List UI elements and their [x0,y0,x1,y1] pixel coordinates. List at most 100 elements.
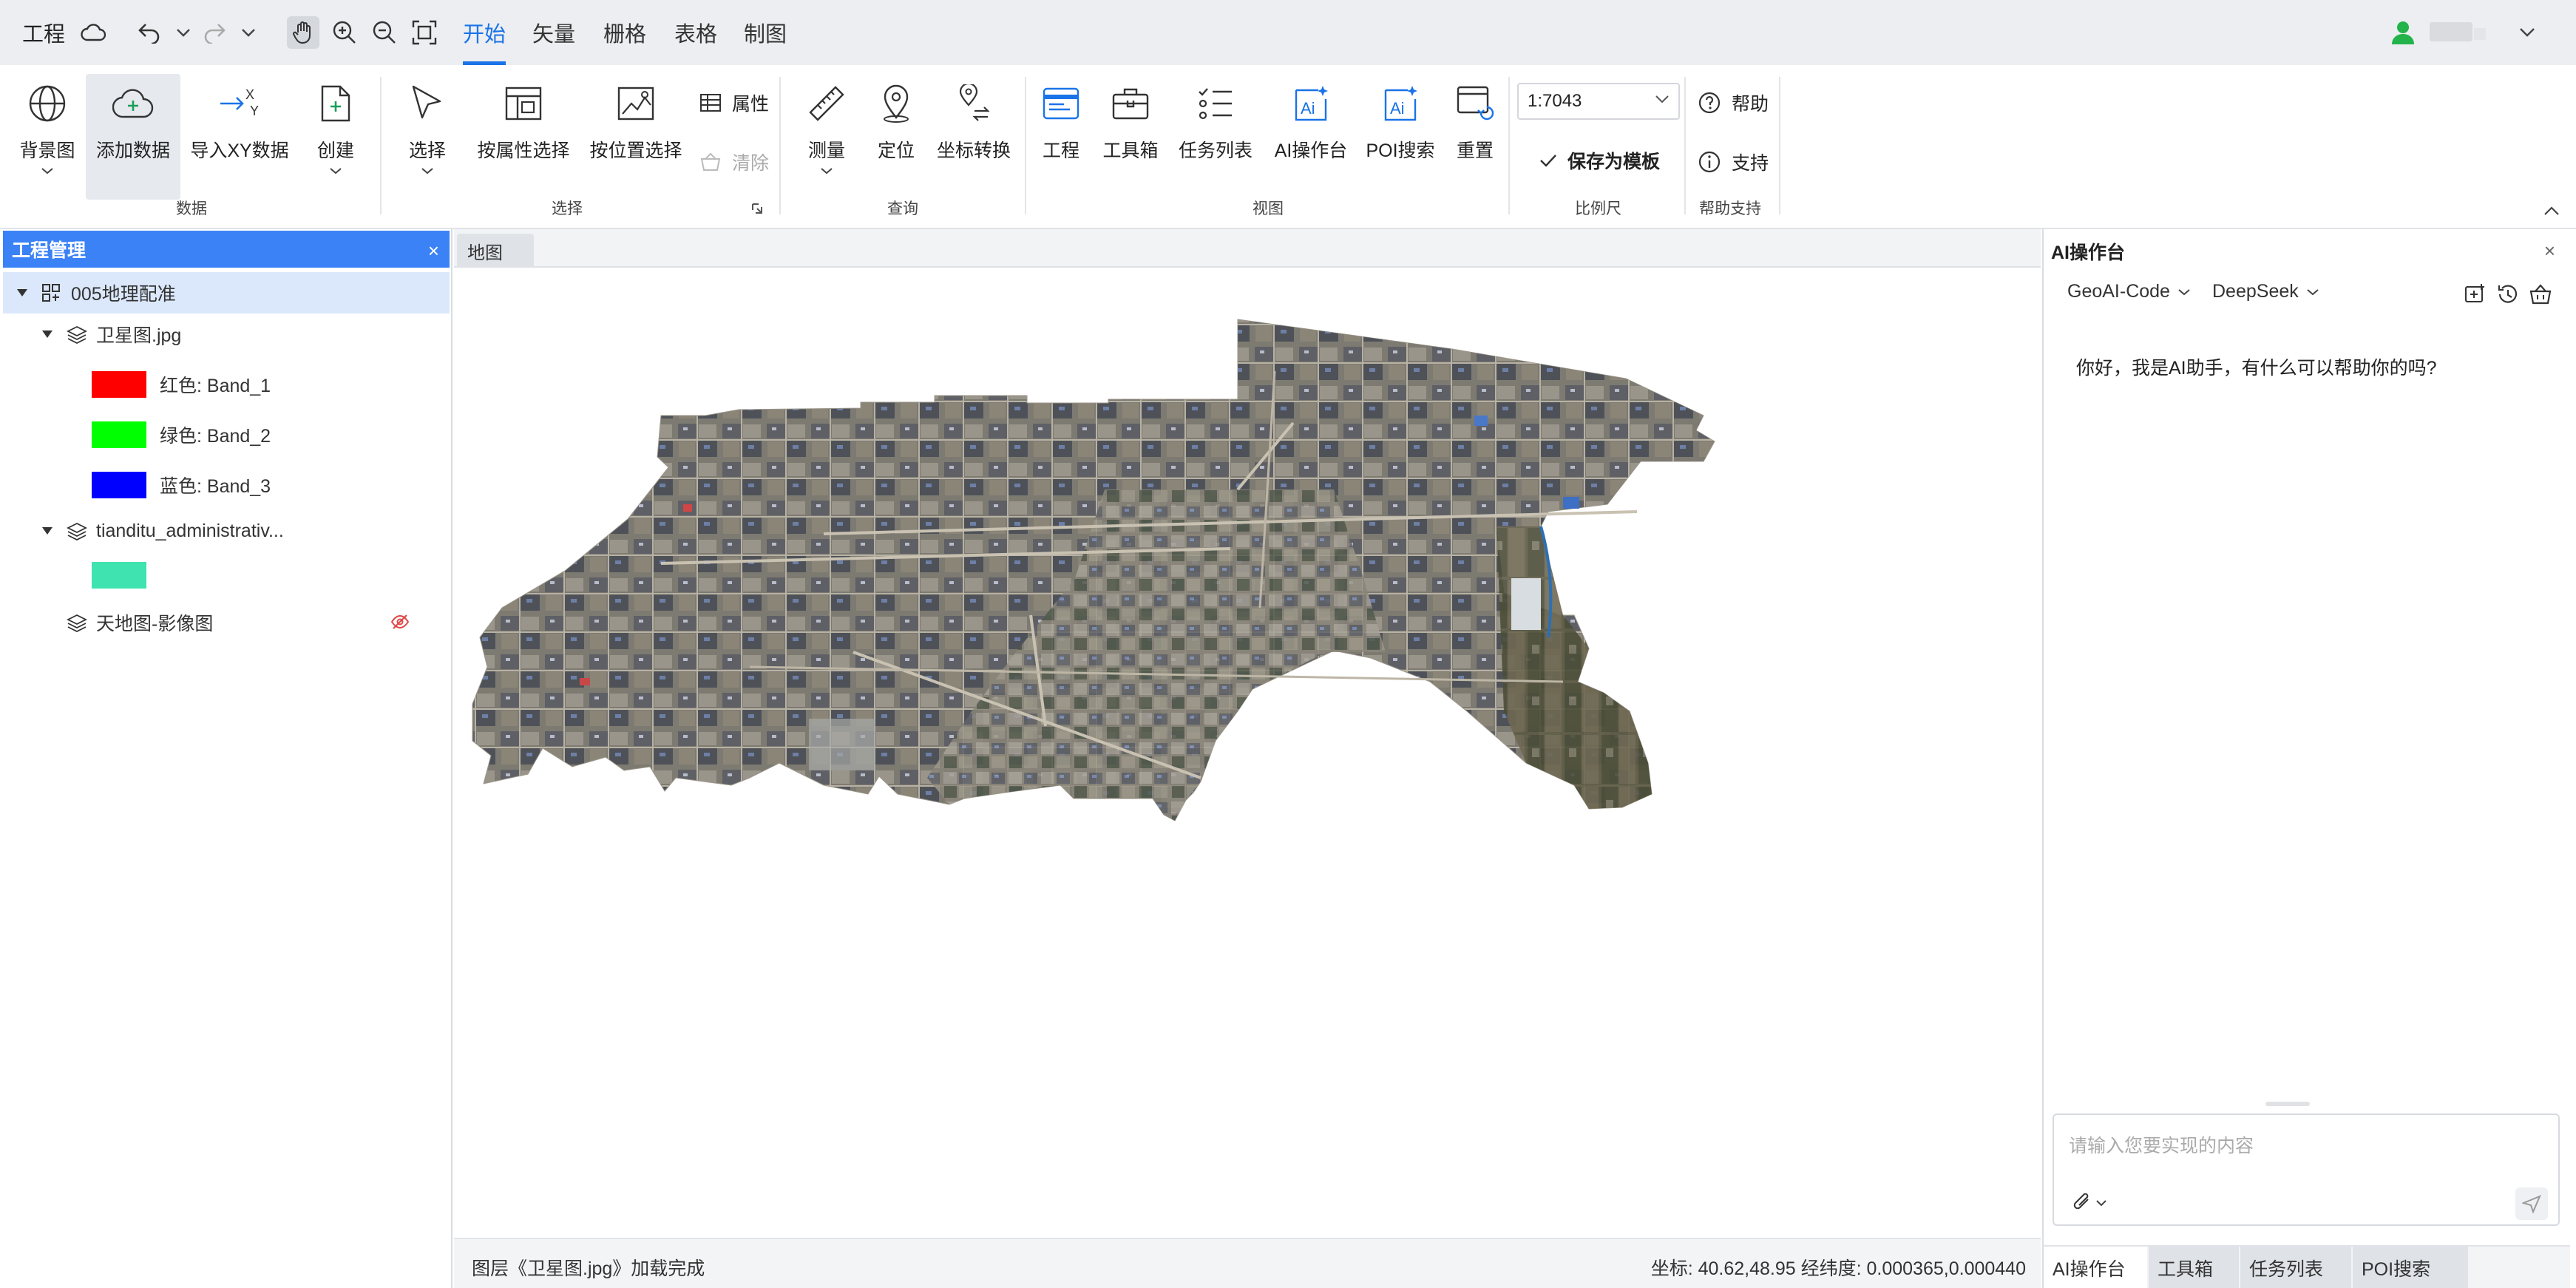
attach-menu[interactable] [2073,1193,2110,1216]
tab-start[interactable]: 开始 [463,0,506,65]
import-xy-icon: XY [217,81,262,126]
project-menu[interactable]: 工程 [22,0,65,65]
chat-input-box[interactable]: 请输入您要实现的内容 [2053,1114,2560,1226]
create-button[interactable]: 创建 [299,74,373,200]
ribbon-separator [1684,77,1686,214]
cursor-icon [405,81,450,126]
undo-icon[interactable] [133,16,166,49]
group-title-select: 选择 [552,200,583,217]
ai-console-panel: AI操作台 × GeoAI-Code DeepSeek 你好，我是AI助手，有什… [2042,229,2570,1288]
select-button[interactable]: 选择 [392,74,463,200]
hidden-eye-icon[interactable] [390,614,410,630]
tab-ai-console[interactable]: AI操作台 [2044,1247,2147,1288]
scale-select[interactable]: 1:7043 [1517,83,1680,120]
cloud-icon[interactable] [77,16,109,49]
username-blurred [2430,22,2472,41]
tab-table[interactable]: 表格 [674,0,717,65]
task-list-button[interactable]: 任务列表 [1173,74,1258,200]
layers-icon [67,325,87,344]
tab-raster[interactable]: 栅格 [603,0,646,65]
tree-project-root[interactable]: 005地理配准 [3,272,450,313]
pan-hand-icon[interactable] [287,16,319,49]
attribute-button[interactable]: 属性 [699,84,769,121]
tab-poi-search[interactable]: POI搜索 [2353,1247,2468,1288]
caret-down-icon[interactable] [41,526,53,535]
resize-handle[interactable] [2265,1102,2310,1106]
dropdown-chevron-icon [421,168,433,174]
dialog-launcher-icon[interactable] [751,203,763,218]
chevron-down-icon [2178,288,2190,295]
undo-dropdown-icon[interactable] [167,16,200,49]
save-as-template-button[interactable]: 保存为模板 [1539,142,1660,179]
dropdown-chevron-icon [821,168,833,174]
model-select-geoai[interactable]: GeoAI-Code [2067,281,2191,302]
basemap-button[interactable]: 背景图 [10,74,84,200]
status-bar: 图层《卫星图.jpg》加载完成 坐标: 40.62,48.95 经纬度: 0.0… [454,1238,2041,1288]
checkmark-icon [1540,155,1556,167]
tab-vector[interactable]: 矢量 [532,0,575,65]
tab-mapping[interactable]: 制图 [744,0,787,65]
import-xy-button[interactable]: XY 导入XY数据 [189,74,290,200]
select-by-location-button[interactable]: 按位置选择 [584,74,688,200]
project-grid-icon [42,284,60,302]
full-extent-icon[interactable] [408,16,441,49]
close-icon[interactable]: × [2544,240,2555,262]
tab-task-list[interactable]: 任务列表 [2240,1247,2351,1288]
svg-text:Ai: Ai [1301,99,1315,118]
zoom-in-icon[interactable] [328,16,361,49]
new-chat-icon[interactable] [2464,282,2487,306]
zoom-out-icon[interactable] [368,16,401,49]
dropdown-chevron-icon [41,168,53,174]
new-file-icon [313,81,358,126]
collapse-ribbon-icon[interactable] [2543,206,2560,220]
chevron-down-icon [2307,288,2319,295]
globe-icon [25,81,70,126]
close-icon[interactable]: × [428,240,439,262]
tab-map[interactable]: 地图 [457,234,534,268]
toolbox-button[interactable]: 工具箱 [1097,74,1164,200]
redo-icon[interactable] [198,16,231,49]
project-view-button[interactable]: 工程 [1035,74,1087,200]
history-icon[interactable] [2496,282,2520,306]
group-title-data: 数据 [176,200,207,217]
select-by-attribute-button[interactable]: 按属性选择 [473,74,574,200]
redo-dropdown-icon[interactable] [232,16,265,49]
ribbon-separator [1779,77,1780,214]
user-menu-chevron-icon[interactable] [2511,16,2543,49]
locate-button[interactable]: 定位 [865,74,927,200]
support-button[interactable]: 支持 [1698,143,1769,180]
paperclip-icon [2073,1193,2106,1210]
clear-basket-icon[interactable] [2529,282,2552,306]
poi-search-button[interactable]: Ai POI搜索 [1360,74,1440,200]
tree-layer-tianditu-admin[interactable]: tianditu_administrativ... [3,510,450,552]
reset-layout-icon [1453,81,1497,126]
caret-down-icon[interactable] [16,288,28,297]
satellite-image-layer [472,319,1715,821]
coordinate-convert-icon [952,81,996,126]
tree-layer-tianditu-imagery[interactable]: 天地图-影像图 [3,602,450,643]
map-canvas[interactable] [454,268,2041,1238]
ruler-icon [804,81,849,126]
window-icon [1039,81,1083,126]
send-icon [2522,1195,2541,1213]
tree-layer-satellite[interactable]: 卫星图.jpg [3,313,450,355]
send-button[interactable] [2515,1187,2548,1220]
reset-button[interactable]: 重置 [1449,74,1501,200]
help-button[interactable]: 帮助 [1698,84,1769,121]
model-select-deepseek[interactable]: DeepSeek [2212,281,2319,302]
measure-button[interactable]: 测量 [790,74,864,200]
map-pin-icon [874,81,918,126]
app-window: 工程 开始 矢量 栅格 表格 制图 背景图 添加数据 X Y 导入XY数据 创建… [0,0,2576,1288]
caret-down-icon[interactable] [41,330,53,339]
clear-selection-button[interactable]: 清除 [699,143,769,180]
user-avatar-icon[interactable] [2387,16,2419,49]
location-select-icon [614,81,658,126]
tab-toolbox[interactable]: 工具箱 [2149,1247,2239,1288]
poi-ai-icon: Ai [1378,81,1423,126]
coordinate-convert-button[interactable]: 坐标转换 [930,74,1017,200]
svg-text:X: X [245,87,254,102]
band-row-green: 绿色: Band_2 [3,414,450,455]
ai-console-button[interactable]: Ai AI操作台 [1269,74,1353,200]
add-data-button[interactable]: 添加数据 [86,74,180,200]
cloud-add-icon [111,81,155,126]
